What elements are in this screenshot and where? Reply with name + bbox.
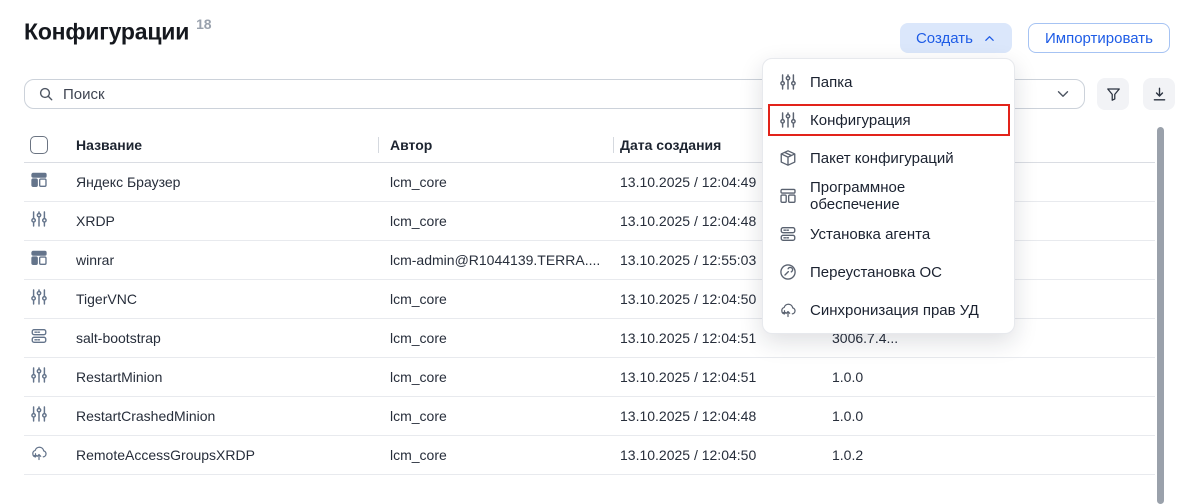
row-author: lcm_core xyxy=(378,162,613,202)
row-type-cell xyxy=(24,201,76,241)
vertical-scrollbar[interactable] xyxy=(1157,127,1164,504)
row-type-cell xyxy=(24,240,76,280)
menu-item-label: Синхронизация прав УД xyxy=(810,301,979,319)
sliders-icon xyxy=(30,405,48,423)
column-header-name[interactable]: Название xyxy=(76,128,378,163)
menu-item[interactable]: Программное обеспечение xyxy=(763,177,1014,215)
menu-item-label: Папка xyxy=(810,73,853,91)
row-author: lcm_core xyxy=(378,318,613,358)
software-icon xyxy=(779,187,797,205)
row-type-cell xyxy=(24,357,76,397)
download-icon xyxy=(1151,86,1168,103)
row-version: 1.0.0 xyxy=(820,357,1155,397)
row-type-cell xyxy=(24,318,76,358)
wrench-circle-icon xyxy=(779,263,797,281)
server-icon xyxy=(779,225,797,243)
sliders-icon xyxy=(779,111,797,129)
filter-icon xyxy=(1105,86,1122,103)
page-title: Конфигурации 18 xyxy=(24,16,212,46)
row-author: lcm_core xyxy=(378,396,613,436)
row-author: lcm_core xyxy=(378,201,613,241)
menu-item[interactable]: Синхронизация прав УД xyxy=(763,291,1014,329)
sliders-icon xyxy=(30,210,48,228)
configurations-page: Конфигурации 18 Создать Импортировать По… xyxy=(0,0,1184,504)
page-title-text: Конфигурации xyxy=(24,18,190,45)
menu-item-label: Переустановка ОС xyxy=(810,263,943,281)
row-created: 13.10.2025 / 12:04:48 xyxy=(613,396,820,436)
sliders-icon xyxy=(779,73,797,91)
filter-button[interactable] xyxy=(1097,78,1129,110)
sliders-icon xyxy=(30,288,48,306)
row-created: 13.10.2025 / 12:04:51 xyxy=(613,357,820,397)
row-author: lcm_core xyxy=(378,435,613,475)
create-button[interactable]: Создать xyxy=(899,23,1012,53)
row-name: winrar xyxy=(76,240,378,280)
sliders-icon xyxy=(30,366,48,384)
menu-item[interactable]: Конфигурация xyxy=(763,101,1014,139)
create-menu: Папка Конфигурация Пакет конфигураций Прогр… xyxy=(762,58,1015,334)
software-icon xyxy=(30,249,48,267)
row-author: lcm-admin@R1044139.TERRA.... xyxy=(378,240,613,280)
select-all-cell xyxy=(24,128,76,163)
search-icon xyxy=(38,86,54,102)
row-version: 1.0.0 xyxy=(820,396,1155,436)
cloud-sync-icon xyxy=(779,301,797,319)
table-row[interactable]: RemoteAccessGroupsXRDP lcm_core 13.10.2025… xyxy=(24,435,1155,475)
select-all-checkbox[interactable] xyxy=(30,135,48,154)
menu-item-label: Конфигурация xyxy=(810,111,911,129)
menu-item[interactable]: Переустановка ОС xyxy=(763,253,1014,291)
import-button-label: Импортировать xyxy=(1044,29,1153,47)
cloud-sync-icon xyxy=(30,444,48,462)
row-created: 13.10.2025 / 12:04:50 xyxy=(613,435,820,475)
column-header-author[interactable]: Автор xyxy=(378,128,613,163)
row-type-cell xyxy=(24,396,76,436)
table-row[interactable]: RestartMinion lcm_core 13.10.2025 / 12:04:… xyxy=(24,357,1155,397)
table-row[interactable]: RestartCrashedMinion lcm_core 13.10.2025 /… xyxy=(24,396,1155,436)
menu-item-label: Программное обеспечение xyxy=(810,179,906,213)
menu-item[interactable]: Установка агента xyxy=(763,215,1014,253)
menu-item[interactable]: Пакет конфигураций xyxy=(763,139,1014,177)
row-name: RestartMinion xyxy=(76,357,378,397)
row-author: lcm_core xyxy=(378,357,613,397)
row-type-cell xyxy=(24,162,76,202)
row-version: 1.0.2 xyxy=(820,435,1155,475)
menu-item[interactable]: Папка xyxy=(763,63,1014,101)
chevron-up-icon xyxy=(983,32,996,45)
package-icon xyxy=(779,149,797,167)
software-icon xyxy=(30,171,48,189)
page-header: Конфигурации 18 Создать Импортировать xyxy=(24,14,1170,53)
row-name: RemoteAccessGroupsXRDP xyxy=(76,435,378,475)
row-name: Яндекс Браузер xyxy=(76,162,378,202)
row-name: RestartCrashedMinion xyxy=(76,396,378,436)
row-author: lcm_core xyxy=(378,279,613,319)
row-name: salt-bootstrap xyxy=(76,318,378,358)
server-icon xyxy=(30,327,48,345)
menu-item-label: Пакет конфигураций xyxy=(810,149,954,167)
row-type-cell xyxy=(24,435,76,475)
download-button[interactable] xyxy=(1143,78,1175,110)
item-count-badge: 18 xyxy=(196,16,212,32)
import-button[interactable]: Импортировать xyxy=(1027,23,1170,53)
row-name: TigerVNC xyxy=(76,279,378,319)
row-name: XRDP xyxy=(76,201,378,241)
chevron-down-icon[interactable] xyxy=(1055,86,1071,102)
menu-item-label: Установка агента xyxy=(810,225,931,243)
row-type-cell xyxy=(24,279,76,319)
header-actions: Создать Импортировать xyxy=(899,23,1170,53)
create-button-label: Создать xyxy=(915,29,973,47)
